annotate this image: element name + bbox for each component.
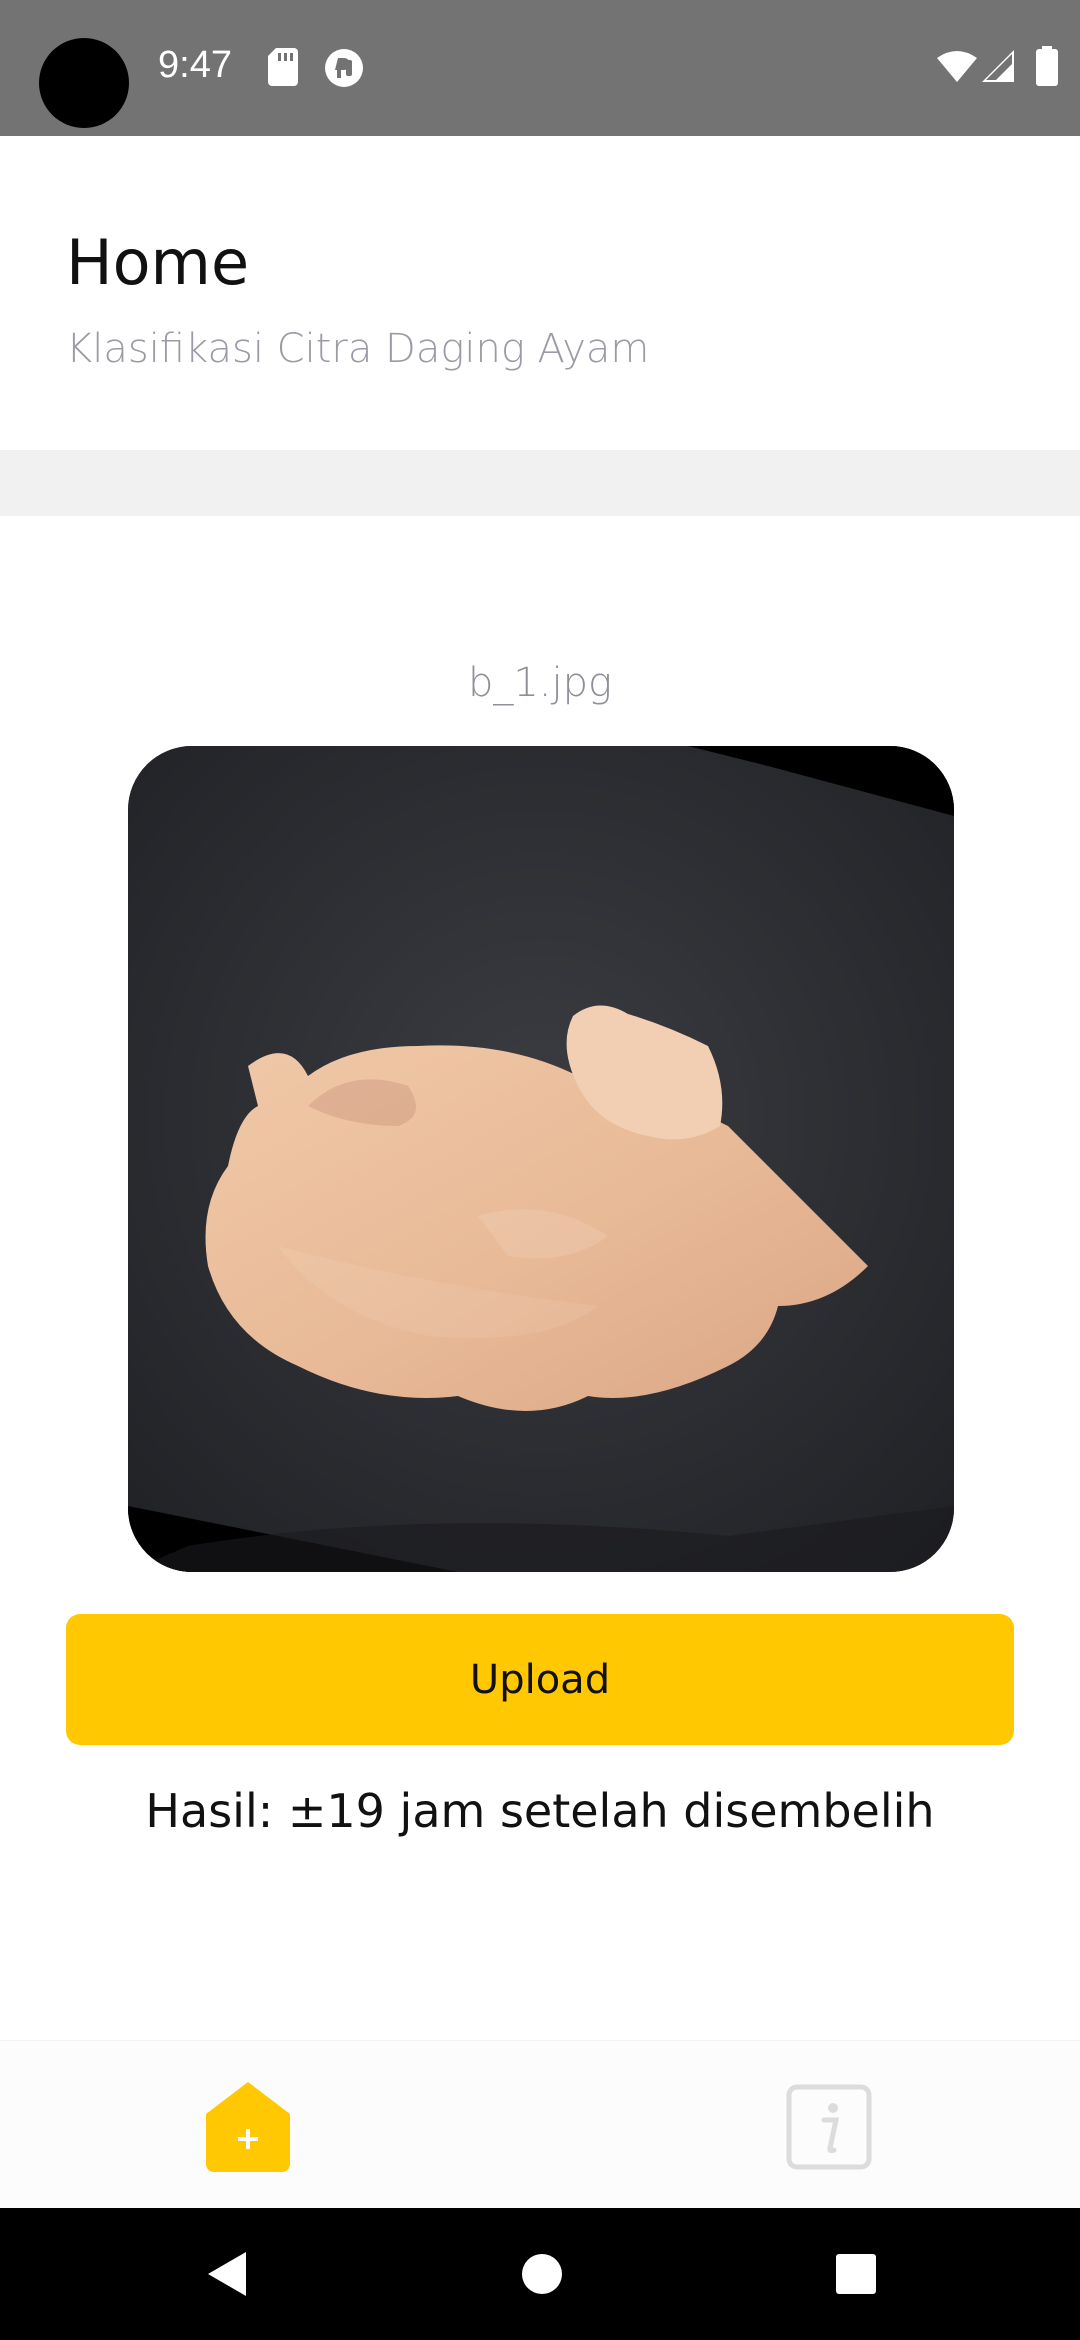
nav-info-button[interactable]	[786, 2084, 872, 2170]
camera-cutout	[39, 38, 129, 128]
bottom-navigation	[0, 2040, 1080, 2208]
status-bar: 9:47	[0, 0, 1080, 136]
sd-card-icon	[268, 48, 298, 86]
section-divider	[0, 450, 1080, 516]
home-plus-icon	[206, 2082, 290, 2172]
upload-button[interactable]: Upload	[66, 1614, 1014, 1745]
page-subtitle: Klasifikasi Citra Daging Ayam	[66, 326, 650, 372]
page-title: Home	[66, 226, 250, 299]
recents-square-icon[interactable]	[828, 2246, 884, 2302]
info-icon	[786, 2084, 872, 2170]
vpn-key-icon	[325, 49, 363, 87]
home-circle-icon[interactable]	[514, 2246, 570, 2302]
wifi-icon	[937, 51, 977, 82]
battery-icon	[1036, 46, 1058, 86]
chicken-meat-photo	[128, 746, 954, 1572]
signal-icon	[982, 50, 1014, 82]
file-name: b_1.jpg	[467, 660, 613, 706]
classification-result: Hasil: ±19 jam setelah disembelih	[145, 1784, 935, 1838]
nav-home-button[interactable]	[206, 2080, 290, 2172]
back-icon[interactable]	[202, 2246, 258, 2302]
status-time: 9:47	[158, 44, 232, 86]
